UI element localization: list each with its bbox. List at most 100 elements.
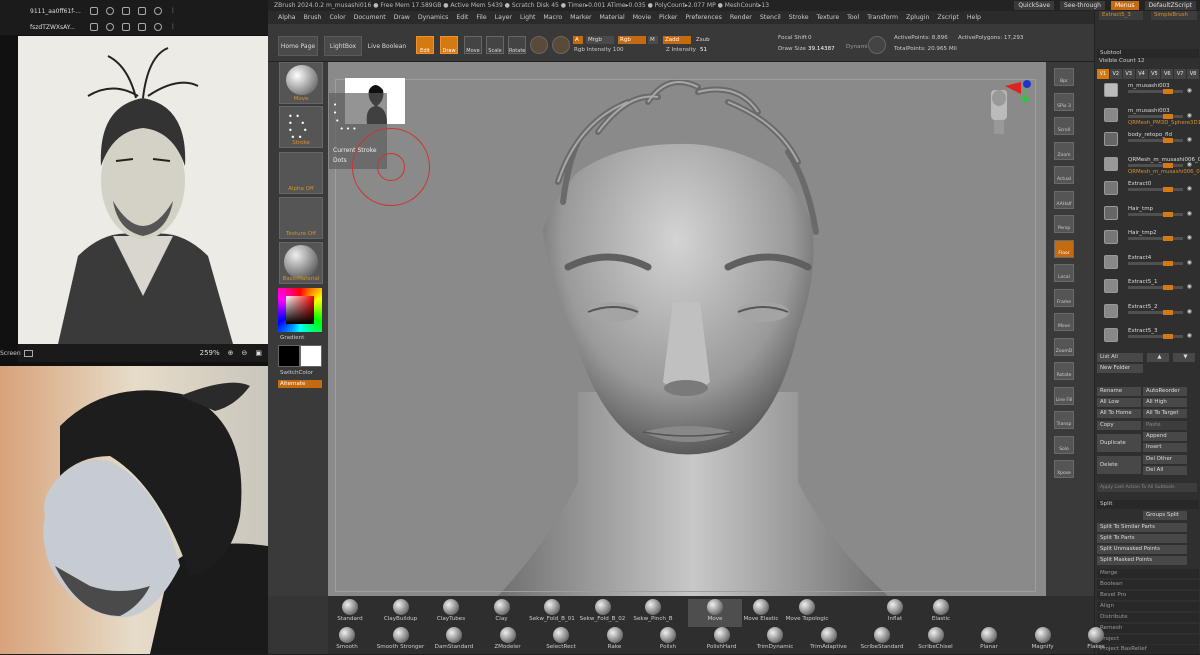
align-section[interactable]: Align bbox=[1097, 602, 1199, 611]
split-similar-button[interactable]: Split To Similar Parts bbox=[1097, 523, 1187, 532]
brush-sekw-fold-b-01[interactable]: Sekw_Fold_B_01 bbox=[525, 599, 579, 627]
copy-icon[interactable] bbox=[90, 7, 98, 15]
visibility-set-v1[interactable]: V1 bbox=[1097, 69, 1109, 79]
brush-sekw-fold-b-02[interactable]: Sekw_Fold_B_02 bbox=[576, 599, 630, 627]
subtool-item[interactable]: m_musashi003 ◉ bbox=[1098, 81, 1198, 107]
visibility-set-v2[interactable]: V2 bbox=[1109, 69, 1122, 79]
tray-scroll-button[interactable]: Scroll bbox=[1054, 117, 1074, 135]
trash-icon[interactable] bbox=[122, 23, 130, 31]
menu-preferences[interactable]: Preferences bbox=[685, 14, 721, 21]
eye-icon[interactable]: ◉ bbox=[1187, 332, 1192, 339]
subtool-opacity-slider[interactable] bbox=[1128, 89, 1183, 94]
alpha-slot[interactable]: Alpha Off bbox=[279, 152, 323, 194]
move-tool-button[interactable]: Move bbox=[464, 36, 482, 54]
grid-icon[interactable] bbox=[138, 23, 146, 31]
tray-zoomd-button[interactable]: ZoomD bbox=[1054, 337, 1074, 356]
subtool-opacity-slider[interactable] bbox=[1128, 260, 1183, 266]
brush-elastic[interactable]: Elastic bbox=[914, 599, 968, 627]
fit-icon[interactable]: ▣ bbox=[255, 349, 262, 357]
viewer-tab-1[interactable]: 9111_aa0ff61f-... ⋮ bbox=[0, 3, 268, 19]
subtool-item[interactable]: Extract4 ◉ bbox=[1098, 253, 1198, 279]
tray-line-fill-button[interactable]: Line Fill bbox=[1054, 386, 1074, 405]
del-other-button[interactable]: Del Other bbox=[1143, 455, 1187, 464]
color-square[interactable] bbox=[286, 296, 314, 324]
eye-icon[interactable]: ◉ bbox=[1187, 283, 1192, 290]
menu-render[interactable]: Render bbox=[730, 14, 752, 21]
see-through-slider[interactable]: See-through bbox=[1060, 1, 1105, 10]
menu-texture[interactable]: Texture bbox=[817, 14, 840, 21]
brush-sekw-pinch-b[interactable]: Sekw_Pinch_B bbox=[626, 599, 680, 627]
menu-dynamics[interactable]: Dynamics bbox=[418, 14, 449, 21]
primary-color-swatch[interactable] bbox=[278, 345, 300, 367]
draw-size-label[interactable]: Draw Size bbox=[778, 46, 806, 52]
copy-button[interactable]: Copy bbox=[1097, 421, 1141, 430]
split-parts-button[interactable]: Split To Parts bbox=[1097, 534, 1187, 543]
menu-stencil[interactable]: Stencil bbox=[760, 14, 781, 21]
menu-brush[interactable]: Brush bbox=[304, 14, 322, 21]
menu-color[interactable]: Color bbox=[329, 14, 345, 21]
visibility-set-v7[interactable]: V7 bbox=[1174, 69, 1187, 79]
live-boolean-button[interactable]: Live Boolean bbox=[366, 36, 408, 56]
menu-light[interactable]: Light bbox=[520, 14, 535, 21]
tray-local-button[interactable]: Local bbox=[1054, 264, 1074, 282]
append-button[interactable]: Append bbox=[1143, 432, 1187, 441]
draw-tool-button[interactable]: Draw bbox=[440, 36, 458, 54]
all-to-target-button[interactable]: All To Target bbox=[1143, 409, 1187, 418]
rgb-button[interactable]: Rgb bbox=[618, 36, 646, 44]
subtool-item[interactable]: Extract0 ◉ bbox=[1098, 179, 1198, 205]
eye-icon[interactable]: ◉ bbox=[1187, 210, 1192, 217]
subtool-opacity-slider[interactable] bbox=[1128, 138, 1183, 143]
brush-move-topologic[interactable]: Move Topologic bbox=[780, 599, 834, 627]
tray-bpr-button[interactable]: Bpr bbox=[1054, 68, 1074, 86]
tray-transp-button[interactable]: Transp bbox=[1054, 411, 1074, 429]
menu-edit[interactable]: Edit bbox=[456, 14, 468, 21]
tray-solo-button[interactable]: Solo bbox=[1054, 435, 1074, 454]
menu-macro[interactable]: Macro bbox=[543, 14, 562, 21]
eye-icon[interactable]: ◉ bbox=[1187, 87, 1192, 94]
visibility-set-v6[interactable]: V6 bbox=[1161, 69, 1174, 79]
eye-icon[interactable]: ◉ bbox=[1187, 112, 1192, 119]
subtool-item[interactable]: QRMesh_m_musashi006_002QRMesh_m_musashi0… bbox=[1098, 155, 1200, 181]
dynamic-toggle[interactable]: Dynamic bbox=[846, 44, 871, 50]
eye-icon[interactable]: ◉ bbox=[1187, 234, 1192, 241]
material-slot[interactable]: BasicMaterial bbox=[279, 242, 323, 284]
simple-brush-label[interactable]: SimpleBrush bbox=[1151, 11, 1197, 20]
delete-button[interactable]: Delete bbox=[1097, 456, 1141, 474]
brush-flakes[interactable]: Flakes bbox=[1069, 627, 1123, 655]
subtool-opacity-slider[interactable] bbox=[1128, 285, 1183, 290]
home-page-button[interactable]: Home Page bbox=[278, 36, 318, 56]
menus-button[interactable]: Menus bbox=[1110, 1, 1139, 10]
merge-section[interactable]: Merge bbox=[1097, 569, 1199, 578]
subtool-item[interactable]: body_retopo_fld ◉ bbox=[1098, 130, 1198, 156]
zadd-button[interactable]: Zadd bbox=[663, 36, 691, 44]
more-icon[interactable]: ⋮ bbox=[170, 7, 178, 15]
brush-smooth[interactable]: Smooth bbox=[320, 627, 374, 655]
eye-icon[interactable]: ◉ bbox=[1187, 161, 1192, 168]
subtool-item[interactable]: Hair_tmp ◉ bbox=[1098, 204, 1198, 230]
brush-claytubes[interactable]: ClayTubes bbox=[424, 599, 478, 627]
tray-actual-button[interactable]: Actual bbox=[1054, 166, 1074, 184]
bevel-pro-section[interactable]: Bevel Pro bbox=[1097, 591, 1199, 600]
mrgb-button[interactable]: Mrgb bbox=[586, 36, 614, 44]
brush-rake[interactable]: Rake bbox=[588, 627, 642, 655]
brush-scribestandard[interactable]: ScribeStandard bbox=[855, 627, 909, 655]
brush-magnify[interactable]: Magnify bbox=[1016, 627, 1070, 655]
subtool-opacity-slider[interactable] bbox=[1128, 236, 1183, 241]
menu-zscript[interactable]: Zscript bbox=[937, 14, 958, 21]
brush-polishhard[interactable]: PolishHard bbox=[695, 627, 749, 655]
tray-persp-button[interactable]: Persp bbox=[1054, 215, 1074, 233]
rotate-tool-button[interactable]: Rotate bbox=[508, 36, 526, 54]
visibility-set-v5[interactable]: V5 bbox=[1148, 69, 1161, 79]
m-button[interactable]: M bbox=[648, 36, 658, 44]
tray-zoom-button[interactable]: Zoom bbox=[1054, 141, 1074, 160]
arrow-up-button[interactable]: ▲ bbox=[1147, 353, 1169, 362]
lazy-mouse-icon[interactable] bbox=[868, 36, 886, 54]
subtool-item[interactable]: m_musashi003QRMesh_PM3D_Sphere3D1_11◉ bbox=[1098, 106, 1200, 132]
alternate-button[interactable]: Alternate bbox=[278, 380, 322, 388]
lightbox-button[interactable]: LightBox bbox=[324, 36, 362, 56]
subtool-item[interactable]: Extract5_3 ◉ bbox=[1098, 326, 1198, 351]
gradient-label[interactable]: Gradient bbox=[280, 335, 304, 341]
eye-icon[interactable]: ◉ bbox=[1187, 259, 1192, 266]
info-icon[interactable] bbox=[154, 23, 162, 31]
edit-tool-button[interactable]: Edit bbox=[416, 36, 434, 54]
